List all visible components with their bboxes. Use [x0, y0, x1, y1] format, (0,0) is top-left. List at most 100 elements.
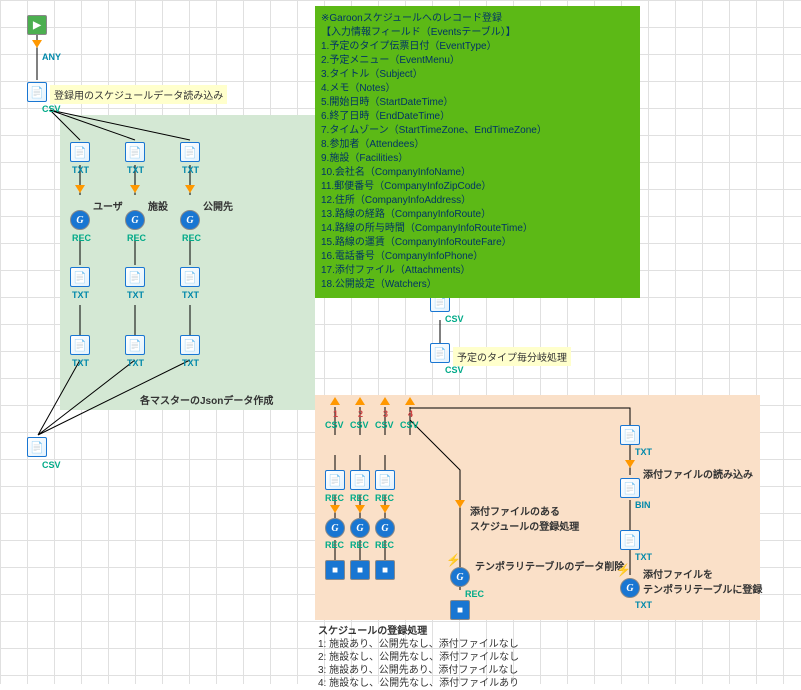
csv-label-1: CSV [42, 104, 61, 114]
txt-l-7: TXT [72, 358, 89, 368]
bn-3: 3 [383, 409, 388, 419]
txt-l-3: TXT [182, 165, 199, 175]
gn-1: 1.予定のタイプ伝票日付（EventType） [321, 40, 634, 54]
csv-l-r1: CSV [445, 314, 464, 324]
g-p2[interactable]: G [350, 518, 370, 538]
pad-2 [355, 505, 365, 513]
txt-l-9: TXT [182, 358, 199, 368]
box-2[interactable]: ■ [350, 560, 370, 580]
g-r[interactable]: G [620, 578, 640, 598]
rec-pl-1: REC [325, 493, 344, 503]
label-attach-read: 添付ファイルの読み込み [643, 466, 753, 481]
rec-pl-4: REC [325, 540, 344, 550]
txt-l-2: TXT [127, 165, 144, 175]
gn-2: 2.予定メニュー（EventMenu） [321, 54, 634, 68]
txt-node-r3c3[interactable] [180, 267, 200, 287]
start-node[interactable]: ▶ [27, 15, 47, 35]
label-temp-delete: テンポラリテーブルのデータ削除 [475, 558, 624, 573]
legend-r1: 1: 施設あり、公開先なし、添付ファイルなし [318, 638, 519, 651]
gn-3: 3.タイトル（Subject） [321, 68, 634, 82]
pad-3 [380, 505, 390, 513]
bolt-icon-1: ⚡ [446, 553, 461, 567]
txt-node-r3c1[interactable] [70, 267, 90, 287]
txt-node-r1c2[interactable] [125, 142, 145, 162]
gn-9: 9.施設（Facilities） [321, 152, 634, 166]
g-node-3[interactable]: G [180, 210, 200, 230]
rec-c: REC [465, 589, 484, 599]
ad-2 [130, 185, 140, 193]
txt-node-r1c3[interactable] [180, 142, 200, 162]
peach-node-right-1[interactable] [620, 425, 640, 445]
csv-out-node[interactable] [27, 437, 47, 457]
rec-pl-3: REC [375, 493, 394, 503]
gn-18: 18.公開設定（Watchers） [321, 278, 634, 292]
txt-node-r1c1[interactable] [70, 142, 90, 162]
box-c[interactable]: ■ [450, 600, 470, 620]
start-arrow-icon [32, 40, 42, 48]
gn-15: 15.路線の運賃（CompanyInfoRouteFare） [321, 236, 634, 250]
txt-node-r4c2[interactable] [125, 335, 145, 355]
bn-1: 1 [333, 409, 338, 419]
bn-4: 4 [408, 409, 413, 419]
csv-l-b2: CSV [350, 420, 369, 430]
csv-node-r2[interactable] [430, 343, 450, 363]
rec-pl-2: REC [350, 493, 369, 503]
csv-l-r2: CSV [445, 365, 464, 375]
label-public: 公開先 [203, 198, 233, 213]
legend-title: スケジュールの登録処理 [318, 625, 519, 638]
csv-read-node[interactable] [27, 82, 47, 102]
g-node-1[interactable]: G [70, 210, 90, 230]
gn-4: 4.メモ（Notes） [321, 82, 634, 96]
box-1[interactable]: ■ [325, 560, 345, 580]
txt-l-8: TXT [127, 358, 144, 368]
gn-6: 6.終了日時（EndDateTime） [321, 110, 634, 124]
legend-r2: 2: 施設なし、公開先なし、添付ファイルなし [318, 651, 519, 664]
txt-node-r4c1[interactable] [70, 335, 90, 355]
green-note-sub: 【入力情報フィールド（Eventsテーブル）】 [321, 26, 634, 40]
rec-l-3: REC [182, 233, 201, 243]
txt-l-4: TXT [72, 290, 89, 300]
csv-l-b1: CSV [325, 420, 344, 430]
g-p3[interactable]: G [375, 518, 395, 538]
yellow-box-branch: 予定のタイプ毎分岐処理 [453, 347, 571, 366]
ad-1 [75, 185, 85, 193]
gn-17: 17.添付ファイル（Attachments） [321, 264, 634, 278]
gn-10: 10.会社名（CompanyInfoName） [321, 166, 634, 180]
gn-14: 14.路線の所与時間（CompanyInfoRouteTime） [321, 222, 634, 236]
pad-r1 [625, 460, 635, 468]
txt-l-6: TXT [182, 290, 199, 300]
bn-2: 2 [358, 409, 363, 419]
gn-12: 12.住所（CompanyInfoAddress） [321, 194, 634, 208]
txt-node-r3c2[interactable] [125, 267, 145, 287]
yellow-box-read: 登録用のスケジュールデータ読み込み [50, 85, 227, 104]
peach-node-r2c1[interactable] [325, 470, 345, 490]
bin-rp: BIN [635, 500, 651, 510]
peach-node-right-3[interactable] [620, 530, 640, 550]
rec-pl-6: REC [375, 540, 394, 550]
green-note: ※Garoonスケジュールへのレコード登録 【入力情報フィールド（Eventsテ… [315, 6, 640, 298]
gn-13: 13.路線の経路（CompanyInfoRoute） [321, 208, 634, 222]
txt-rp3: TXT [635, 600, 652, 610]
csv-l-b4: CSV [400, 420, 419, 430]
gn-5: 5.開始日時（StartDateTime） [321, 96, 634, 110]
ad-3 [185, 185, 195, 193]
pad-1 [330, 505, 340, 513]
txt-rp: TXT [635, 447, 652, 457]
box-3[interactable]: ■ [375, 560, 395, 580]
peach-node-r2c3[interactable] [375, 470, 395, 490]
gn-16: 16.電話番号（CompanyInfoPhone） [321, 250, 634, 264]
peach-node-right-2[interactable] [620, 478, 640, 498]
label-attach-schedule: 添付ファイルのある スケジュールの登録処理 [470, 503, 579, 533]
g-node-2[interactable]: G [125, 210, 145, 230]
rec-pl-5: REC [350, 540, 369, 550]
csv-l-b3: CSV [375, 420, 394, 430]
any-label: ANY [42, 52, 61, 62]
g-p1[interactable]: G [325, 518, 345, 538]
g-c[interactable]: G [450, 567, 470, 587]
txt-node-r4c3[interactable] [180, 335, 200, 355]
au-2 [355, 397, 365, 405]
csv-label-2: CSV [42, 460, 61, 470]
peach-node-r2c2[interactable] [350, 470, 370, 490]
au-3 [380, 397, 390, 405]
au-1 [330, 397, 340, 405]
